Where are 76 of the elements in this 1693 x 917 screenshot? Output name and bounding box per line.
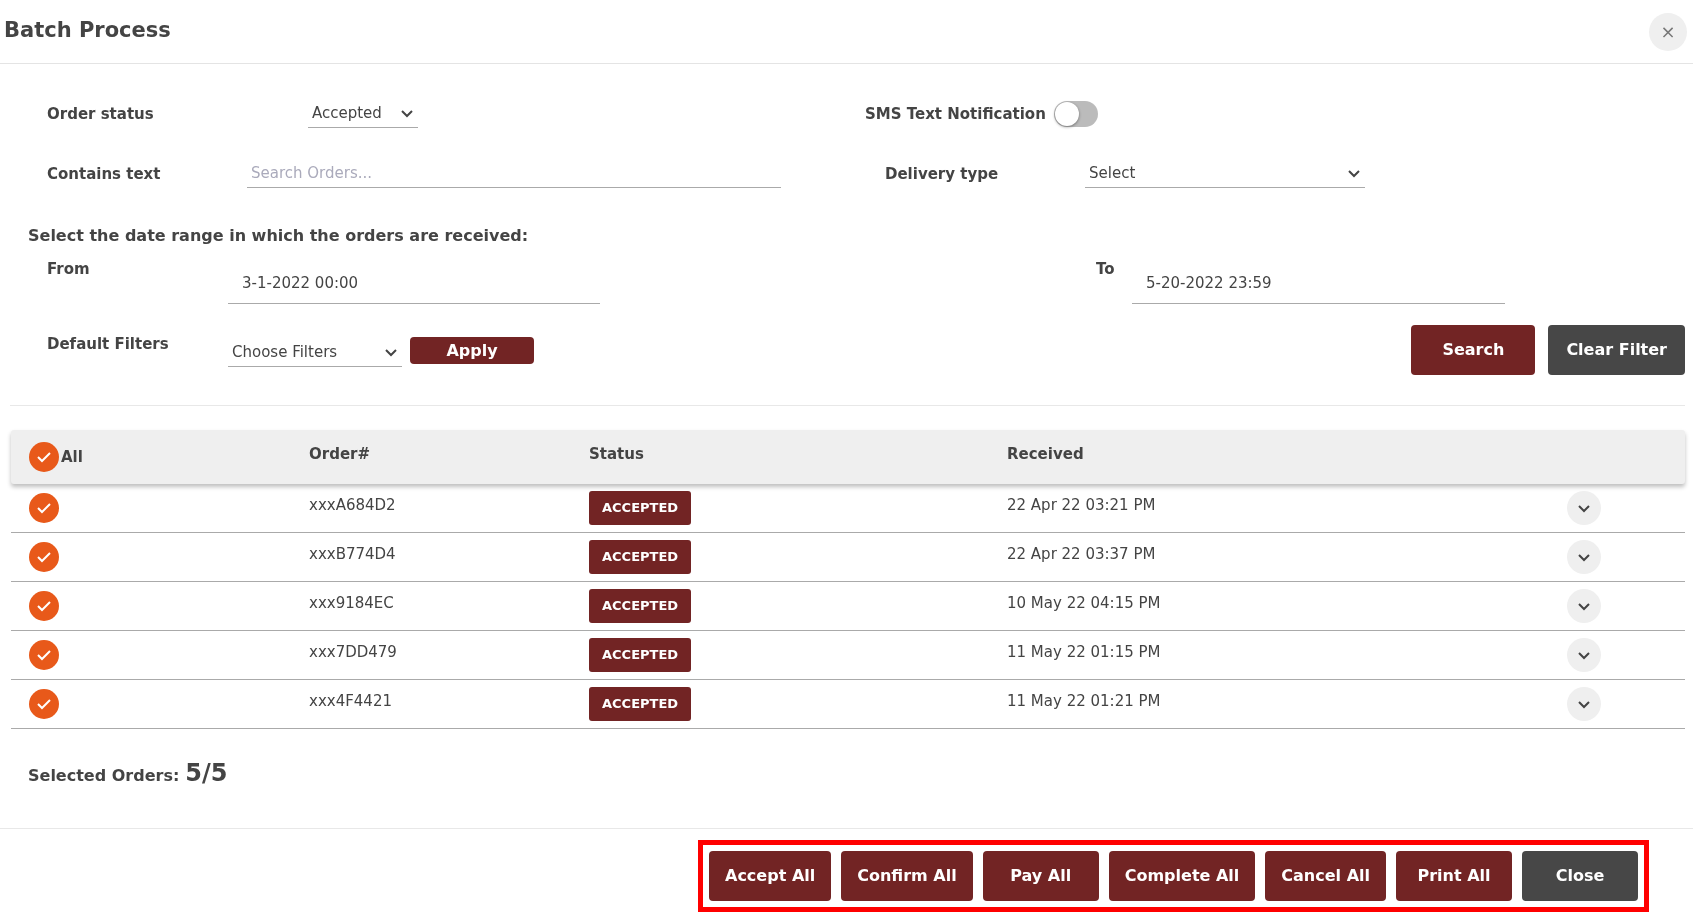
search-orders-field[interactable]: Search Orders... [247, 160, 781, 188]
status-badge: ACCEPTED [589, 687, 692, 721]
selected-orders-label: Selected Orders: [28, 765, 180, 787]
expand-button[interactable] [1567, 540, 1601, 574]
close-button[interactable]: × [1649, 12, 1687, 51]
status-badge: ACCEPTED [589, 638, 692, 672]
footer-action-button[interactable]: Complete All [1108, 851, 1256, 901]
received-date: 10 May 22 04:15 PM [1007, 593, 1161, 612]
select-all-checkbox[interactable] [29, 442, 59, 472]
chevron-down-icon [1577, 601, 1591, 611]
order-status-label: Order status [47, 103, 155, 125]
footer-action-button[interactable]: Cancel All [1265, 851, 1386, 901]
order-number: xxxB774D4 [309, 544, 396, 563]
row-checkbox[interactable] [29, 640, 59, 670]
status-badge: ACCEPTED [589, 491, 692, 525]
footer-action-button[interactable]: Pay All [982, 851, 1099, 901]
order-number: xxx9184EC [309, 593, 394, 612]
order-number: xxxA684D2 [309, 495, 396, 514]
column-header: Status [589, 444, 644, 463]
order-status-dropdown[interactable]: Accepted [308, 100, 418, 128]
status-badge: ACCEPTED [589, 540, 692, 574]
check-icon [36, 649, 52, 661]
delivery-type-label: Delivery type [885, 163, 1000, 185]
sms-notification-label: SMS Text Notification [865, 103, 1046, 125]
select-value: Select [1089, 163, 1136, 185]
delivery-type-dropdown[interactable]: Select [1085, 160, 1365, 188]
check-icon [36, 551, 52, 563]
footer-action-button[interactable]: Accept All [709, 851, 832, 901]
expand-button[interactable] [1567, 589, 1601, 623]
select-value: Accepted [312, 103, 382, 125]
chevron-down-icon [1577, 503, 1591, 513]
chevron-down-icon [384, 347, 398, 357]
check-icon [36, 451, 52, 463]
apply-button[interactable]: Apply [410, 337, 534, 364]
received-date: 11 May 22 01:15 PM [1007, 642, 1161, 661]
default-filters-label: Default Filters [47, 334, 170, 355]
select-value: Choose Filters [232, 342, 338, 363]
window-title: Batch Process [4, 16, 171, 44]
footer-action-button[interactable]: Print All [1396, 851, 1512, 901]
default-filters-dropdown[interactable]: Choose Filters [228, 339, 402, 367]
column-header: Order# [309, 444, 371, 463]
sms-toggle[interactable] [1053, 101, 1098, 127]
order-number: xxx7DD479 [309, 642, 397, 661]
date-range-prompt: Select the date range in which the orders are received: [27, 225, 529, 247]
footer-action-button[interactable]: Confirm All [841, 851, 973, 901]
from-label: From [47, 259, 91, 280]
footer-secondary-button[interactable]: Close [1522, 851, 1638, 901]
to-date-field[interactable]: 5-20-2022 23:59 [1132, 262, 1505, 304]
chevron-down-icon [1577, 552, 1591, 562]
status-badge: ACCEPTED [589, 589, 692, 623]
row-checkbox[interactable] [29, 542, 59, 572]
expand-button[interactable] [1567, 491, 1601, 525]
check-icon [36, 502, 52, 514]
chevron-down-icon [1577, 650, 1591, 660]
filter-primary-button[interactable]: Search [1411, 325, 1536, 375]
received-date: 22 Apr 22 03:21 PM [1007, 495, 1156, 514]
from-date-field[interactable]: 3-1-2022 00:00 [228, 262, 600, 304]
row-checkbox[interactable] [29, 689, 59, 719]
chevron-down-icon [1347, 169, 1361, 178]
check-icon [36, 698, 52, 710]
row-checkbox[interactable] [29, 591, 59, 621]
expand-button[interactable] [1567, 638, 1601, 672]
chevron-down-icon [1577, 699, 1591, 709]
column-header: Received [1007, 444, 1084, 463]
filter-secondary-button[interactable]: Clear Filter [1548, 325, 1685, 375]
select-all-label: All [61, 446, 83, 468]
contains-text-label: Contains text [47, 163, 162, 185]
order-number: xxx4F4421 [309, 691, 392, 710]
expand-button[interactable] [1567, 687, 1601, 721]
row-checkbox[interactable] [29, 493, 59, 523]
to-label: To [1096, 259, 1116, 280]
check-icon [36, 600, 52, 612]
selected-orders-count: 5/5 [185, 758, 228, 789]
received-date: 11 May 22 01:21 PM [1007, 691, 1161, 710]
received-date: 22 Apr 22 03:37 PM [1007, 544, 1156, 563]
chevron-down-icon [400, 109, 414, 118]
